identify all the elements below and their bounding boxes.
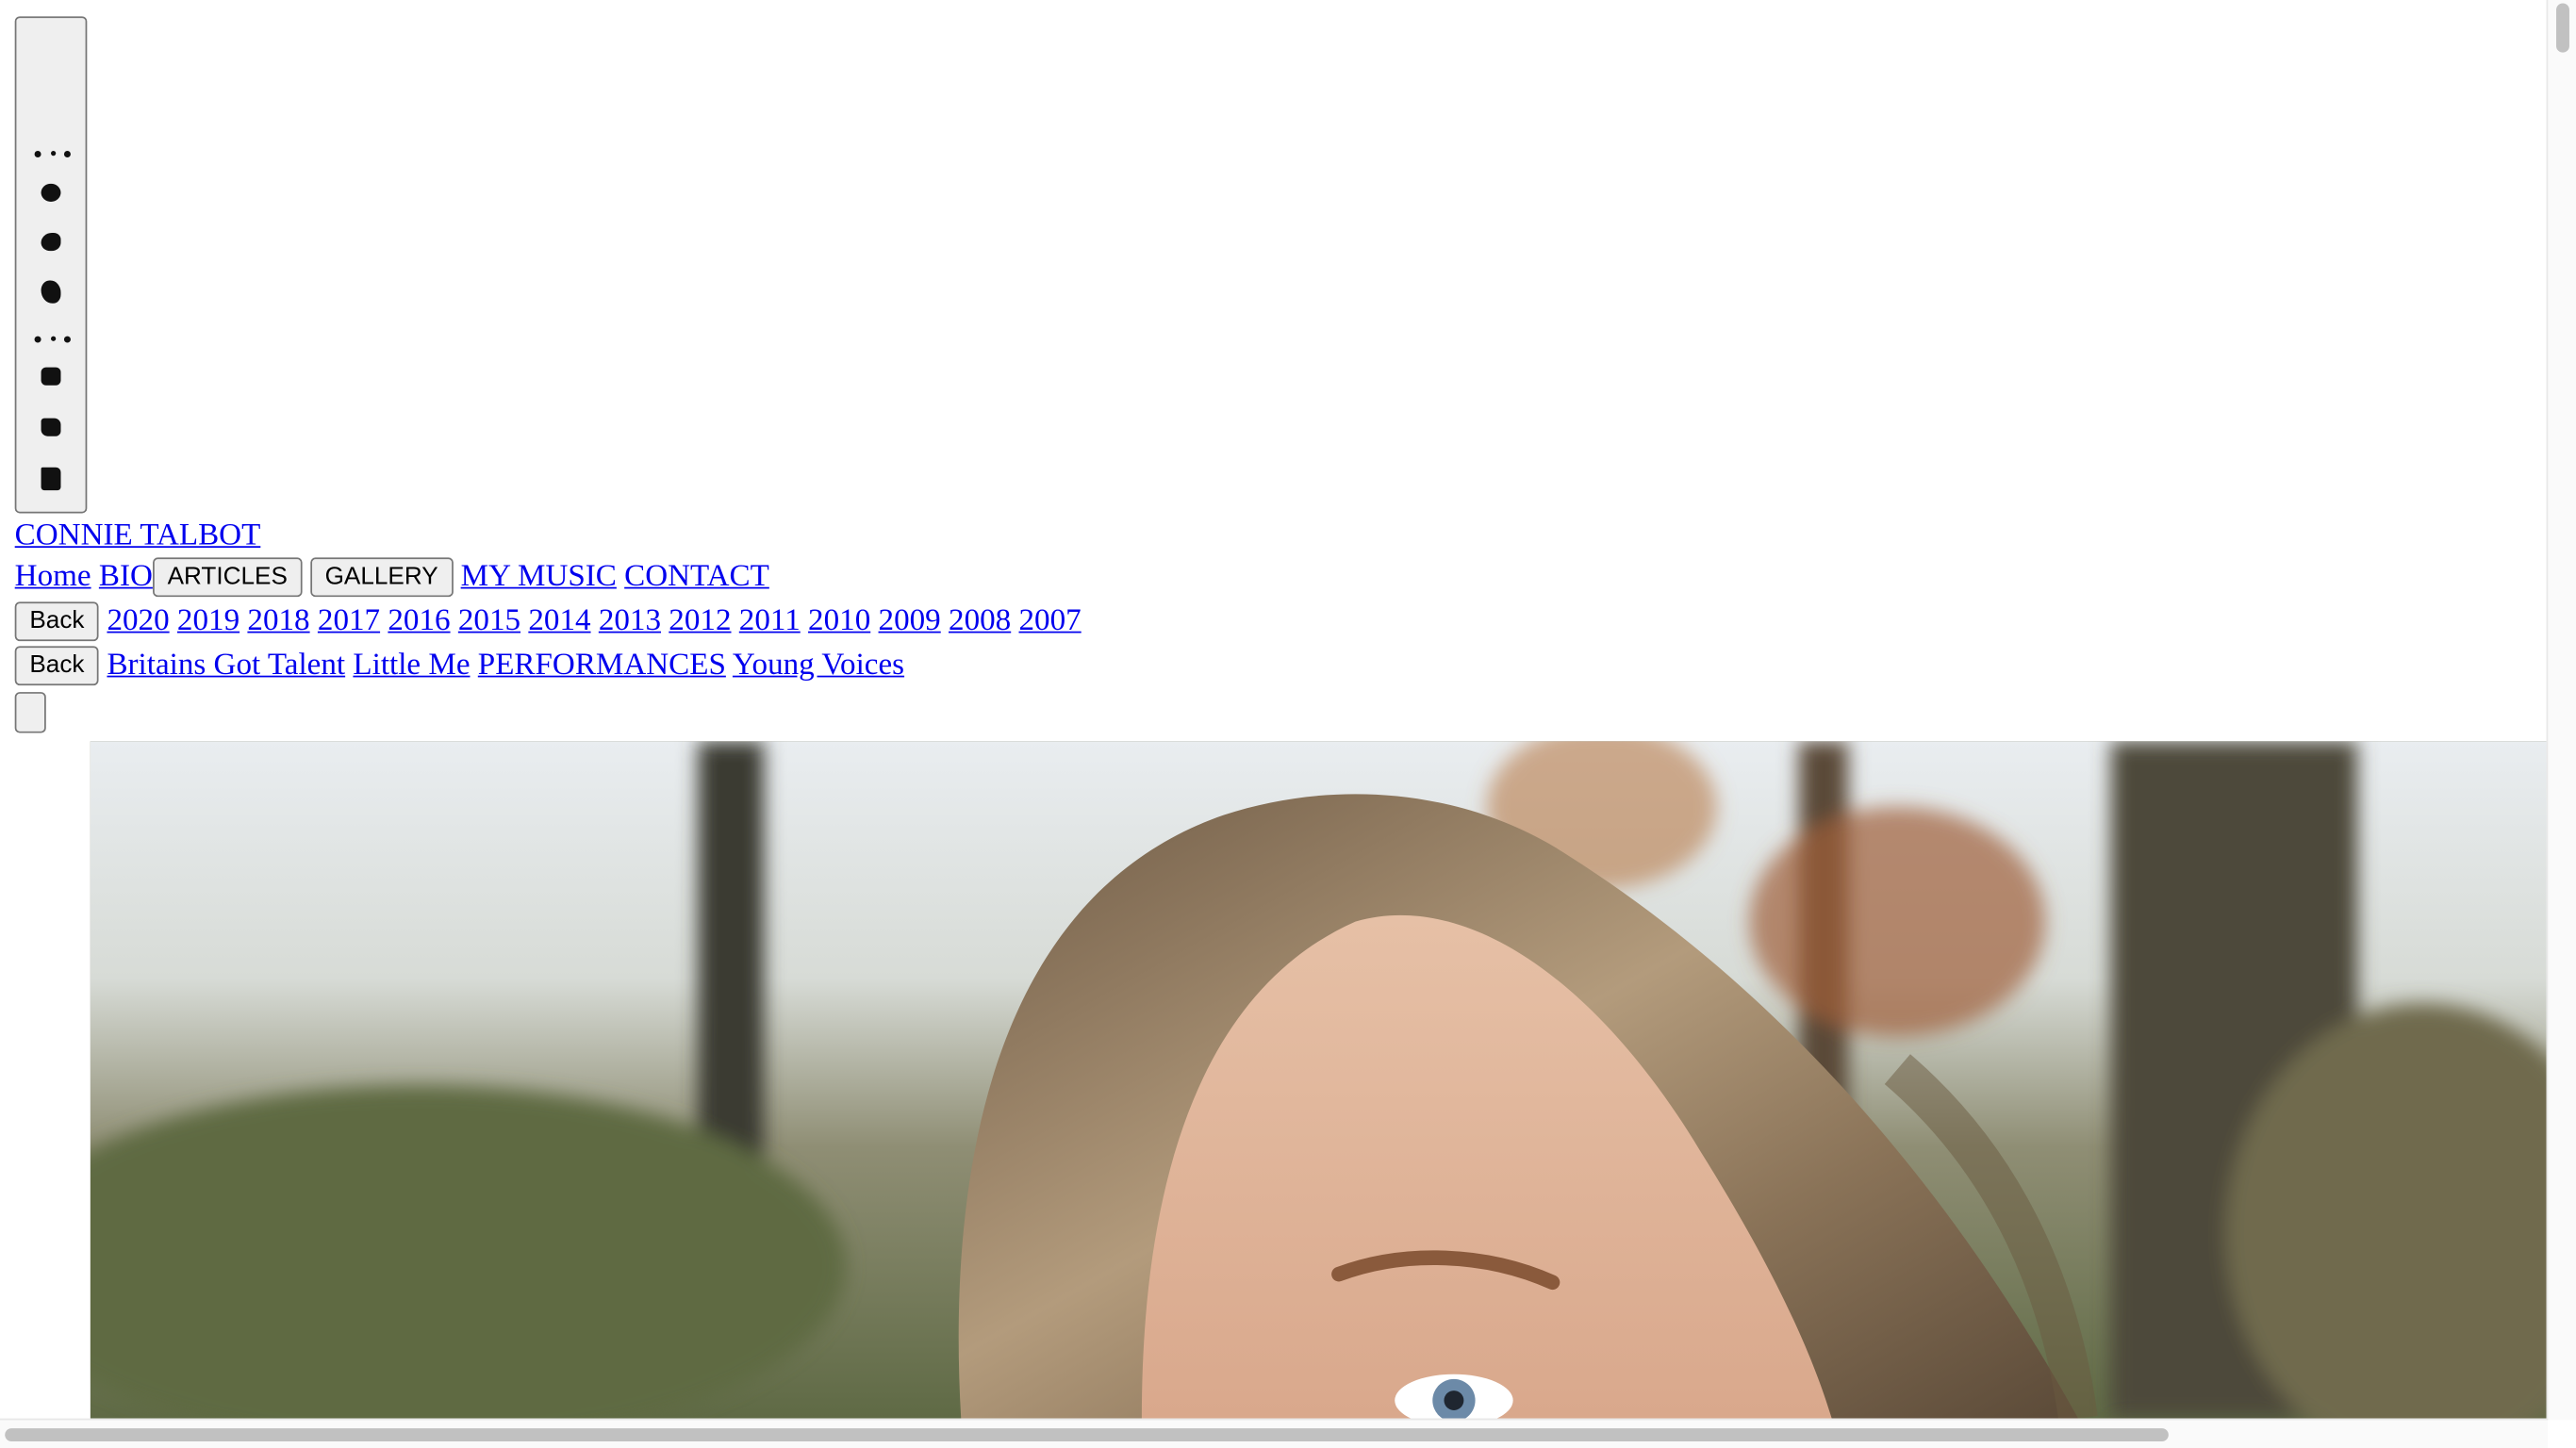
empty-button[interactable] <box>14 692 46 733</box>
square-icon <box>41 467 61 491</box>
vertical-scrollbar-thumb[interactable] <box>2556 3 2569 53</box>
year-link-2018[interactable]: 2018 <box>247 603 309 638</box>
square-icon <box>41 418 61 436</box>
nav-articles-button[interactable]: ARTICLES <box>152 557 303 598</box>
gallery-link-britains-got-talent[interactable]: Britains Got Talent <box>107 648 345 683</box>
gallery-back-button[interactable]: Back <box>14 646 100 686</box>
main-nav: Home BIO ARTICLES GALLERY MY MUSIC CONTAC… <box>15 557 1082 599</box>
page: CONNIE TALBOT Home BIO ARTICLES GALLERY M… <box>0 0 2576 1448</box>
year-link-2017[interactable]: 2017 <box>318 603 380 638</box>
menu-toggle-button[interactable] <box>14 16 88 514</box>
year-link-2008[interactable]: 2008 <box>949 603 1011 638</box>
year-link-2015[interactable]: 2015 <box>458 603 520 638</box>
year-link-2014[interactable]: 2014 <box>528 603 590 638</box>
gallery-submenu: Back Britains Got Talent Little Me PERFO… <box>14 646 1082 687</box>
horizontal-scrollbar-thumb[interactable] <box>5 1428 2169 1442</box>
blob-icon <box>41 233 61 252</box>
site-brand-link[interactable]: CONNIE TALBOT <box>15 518 1082 554</box>
horizontal-scrollbar[interactable] <box>0 1418 2549 1448</box>
vertical-scrollbar[interactable] <box>2546 0 2576 1421</box>
year-link-2013[interactable]: 2013 <box>599 603 661 638</box>
hero-image <box>90 741 2549 1419</box>
nav-bio-link[interactable]: BIO <box>99 559 153 594</box>
square-icon <box>41 367 61 386</box>
year-link-2020[interactable]: 2020 <box>107 603 169 638</box>
nav-gallery-button[interactable]: GALLERY <box>309 557 454 598</box>
blob-icon <box>41 183 61 202</box>
year-link-2007[interactable]: 2007 <box>1018 603 1081 638</box>
year-link-2012[interactable]: 2012 <box>669 603 731 638</box>
hero-portrait-illustration <box>90 741 2549 1419</box>
dots-icon <box>34 336 71 343</box>
dots-icon <box>34 151 71 157</box>
year-link-2010[interactable]: 2010 <box>808 603 870 638</box>
gallery-link-young-voices[interactable]: Young Voices <box>733 648 904 683</box>
year-link-2016[interactable]: 2016 <box>388 603 450 638</box>
header: CONNIE TALBOT Home BIO ARTICLES GALLERY M… <box>14 16 1082 733</box>
articles-submenu: Back 2020 2019 2018 2017 2016 2015 2014 … <box>14 601 1082 643</box>
year-link-2019[interactable]: 2019 <box>177 603 239 638</box>
year-link-2009[interactable]: 2009 <box>879 603 941 638</box>
nav-music-link[interactable]: MY MUSIC <box>461 559 617 594</box>
year-link-2011[interactable]: 2011 <box>739 603 801 638</box>
nav-home-link[interactable]: Home <box>15 559 91 594</box>
nav-contact-link[interactable]: CONTACT <box>624 559 769 594</box>
gallery-link-performances[interactable]: PERFORMANCES <box>478 648 726 683</box>
blob-icon <box>41 280 61 304</box>
articles-back-button[interactable]: Back <box>14 601 100 642</box>
gallery-link-little-me[interactable]: Little Me <box>353 648 470 683</box>
